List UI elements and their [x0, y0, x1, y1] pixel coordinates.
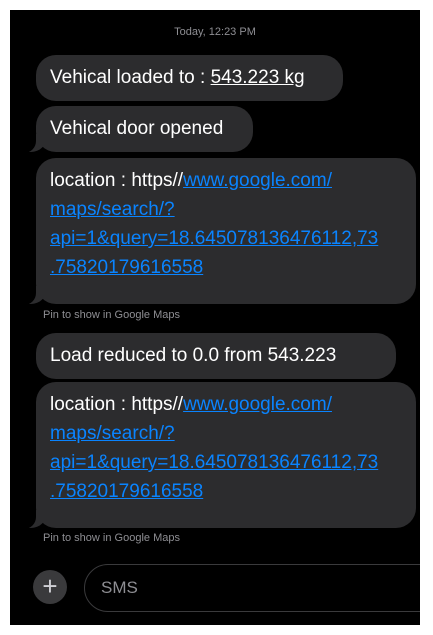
messages-screen: Today, 12:23 PM Vehical loaded to : 543.… [10, 10, 420, 625]
message-bubble-location[interactable]: location : https//www.google.com/ maps/s… [24, 382, 416, 529]
maps-link[interactable]: .75820179616558 [50, 477, 402, 506]
maps-link[interactable]: api=1&query=18.645078136476112,73 [50, 448, 402, 477]
message-timestamp: Today, 12:23 PM [174, 26, 256, 38]
sms-input[interactable]: SMS [84, 564, 420, 612]
message-bubble-weight[interactable]: Vehical loaded to : 543.223 kg [36, 55, 343, 101]
location-prefix: location : https// [50, 170, 184, 191]
location-prefix: location : https// [50, 394, 184, 415]
message-bubble-door[interactable]: Vehical door opened [24, 106, 253, 153]
maps-link[interactable]: maps/search/? [50, 419, 402, 448]
message-prefix: Vehical loaded to : [50, 67, 211, 88]
pin-caption[interactable]: Pin to show in Google Maps [43, 532, 180, 544]
maps-link[interactable]: api=1&query=18.645078136476112,73 [50, 224, 402, 253]
maps-link[interactable]: .75820179616558 [50, 253, 402, 282]
message-text: location : https//www.google.com/ maps/s… [50, 166, 402, 282]
maps-link[interactable]: maps/search/? [50, 195, 402, 224]
weight-value: 543.223 kg [210, 67, 305, 88]
maps-link[interactable]: www.google.com/ [183, 394, 332, 415]
maps-link[interactable]: www.google.com/ [183, 170, 332, 191]
plus-icon[interactable]: + [33, 570, 67, 604]
message-text: Load reduced to 0.0 from 543.223 [50, 345, 337, 366]
message-text: location : https//www.google.com/ maps/s… [50, 390, 402, 506]
message-bubble-load-reduced[interactable]: Load reduced to 0.0 from 543.223 [36, 333, 396, 379]
message-text: Vehical loaded to : 543.223 kg [50, 67, 305, 88]
pin-caption[interactable]: Pin to show in Google Maps [43, 309, 180, 321]
message-text: Vehical door opened [50, 118, 224, 139]
message-bubble-location[interactable]: location : https//www.google.com/ maps/s… [24, 158, 416, 305]
